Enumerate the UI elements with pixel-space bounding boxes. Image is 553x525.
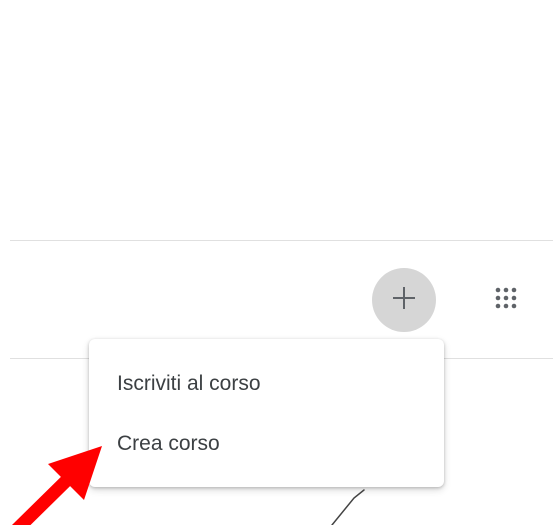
- apps-grid-button[interactable]: [484, 278, 528, 322]
- menu-item-label: Iscriviti al corso: [117, 372, 261, 395]
- pen-stroke-mark: [331, 489, 365, 525]
- add-course-menu: Iscriviti al corso Crea corso: [89, 339, 444, 487]
- plus-icon: [390, 284, 418, 317]
- menu-item-join-course[interactable]: Iscriviti al corso: [89, 358, 444, 410]
- add-course-button[interactable]: [372, 268, 436, 332]
- red-arrow-icon: [11, 446, 102, 525]
- menu-item-label: Crea corso: [117, 432, 220, 455]
- header-divider-top: [10, 240, 553, 241]
- apps-grid-icon: [494, 286, 518, 315]
- menu-item-create-course[interactable]: Crea corso: [89, 418, 444, 470]
